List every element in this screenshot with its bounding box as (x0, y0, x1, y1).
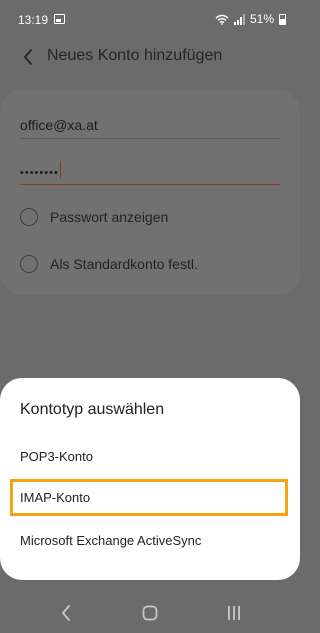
navigation-bar (0, 593, 300, 633)
default-account-option[interactable]: Als Standardkonto festl. (20, 255, 198, 273)
back-icon (62, 605, 70, 621)
show-password-option[interactable]: Passwort anzeigen (20, 208, 168, 226)
image-icon (54, 14, 65, 24)
show-password-checkbox[interactable] (20, 208, 38, 226)
option-imap[interactable]: IMAP-Konto (20, 490, 280, 505)
status-time: 13:19 (18, 13, 49, 27)
wifi-icon (215, 14, 229, 25)
chevron-left-icon (24, 49, 32, 65)
show-password-label: Passwort anzeigen (50, 209, 169, 225)
recent-apps-icon (228, 606, 240, 620)
app-bar: Neues Konto hinzufügen (0, 38, 300, 80)
page-title: Neues Konto hinzufügen (47, 47, 223, 64)
battery-icon (279, 13, 286, 25)
option-pop3[interactable]: POP3-Konto (20, 449, 280, 464)
email-value: office@xa.at (20, 117, 98, 133)
default-account-label: Als Standardkonto festl. (50, 256, 198, 272)
text-cursor (59, 161, 61, 180)
back-button[interactable] (16, 44, 40, 70)
password-value: •••••••• (20, 167, 59, 179)
status-bar: 13:19 51% (0, 0, 300, 38)
nav-home-button[interactable] (135, 599, 165, 627)
default-account-checkbox[interactable] (20, 255, 38, 273)
status-right: 51% (215, 12, 286, 26)
signal-icon (233, 13, 245, 25)
email-field[interactable]: office@xa.at (20, 117, 280, 139)
home-icon (142, 605, 158, 621)
nav-recent-button[interactable] (219, 599, 249, 627)
sheet-title: Kontotyp auswählen (20, 401, 165, 418)
account-type-sheet: Kontotyp auswählen POP3-Konto IMAP-Konto… (0, 378, 300, 580)
nav-back-button[interactable] (51, 599, 81, 627)
password-field[interactable]: •••••••• (20, 161, 280, 185)
battery-percent: 51% (249, 12, 274, 26)
option-exchange[interactable]: Microsoft Exchange ActiveSync (20, 533, 280, 548)
